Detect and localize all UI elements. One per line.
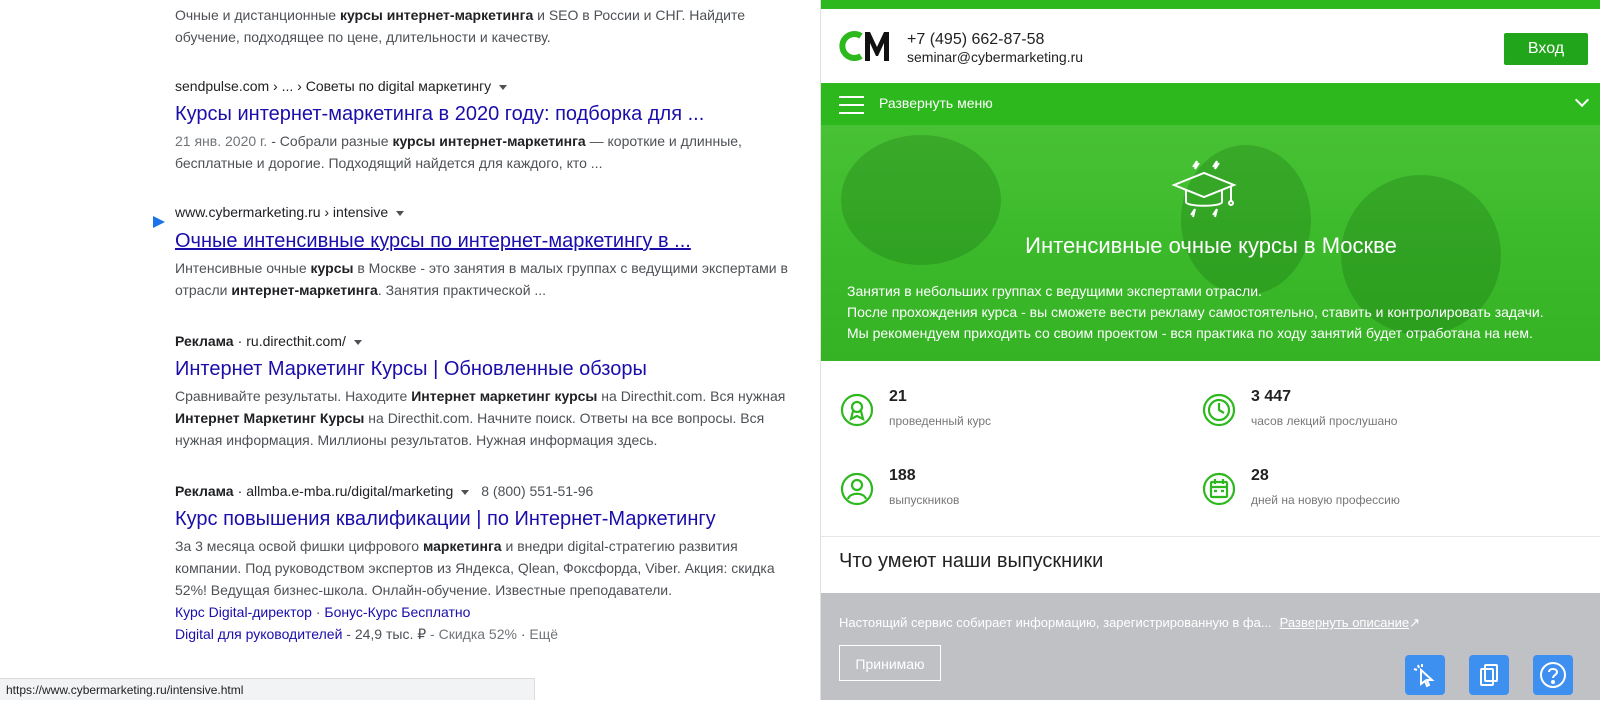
result-snippet-0: Очные и дистанционные курсы интернет-мар… — [175, 7, 745, 45]
cursor-click-icon — [1413, 664, 1435, 688]
result-title-cybermarketing[interactable]: Очные интенсивные курсы по интернет-марк… — [175, 228, 691, 254]
stat-days: 28 дней на новую профессию — [1201, 467, 1501, 512]
sitelink-digital-director[interactable]: Курс Digital-директор — [175, 604, 312, 620]
ad-sitelinks-row-2: Digital для руководителей - 24,9 тыс. ₽ … — [175, 626, 559, 642]
result-snippet-cybermarketing: Интенсивные очные курсы в Москве - это з… — [175, 260, 788, 298]
cm-logo[interactable] — [839, 29, 893, 68]
result-title-sendpulse[interactable]: Курсы интернет-маркетинга в 2020 году: п… — [175, 101, 704, 127]
stats-block: 21 проведенный курс 3 447 часов лекций п… — [821, 361, 1600, 537]
chevron-down-icon[interactable] — [353, 339, 362, 345]
current-result-pointer-icon — [153, 216, 165, 228]
hero-banner: Интенсивные очные курсы в Москве Занятия… — [821, 125, 1600, 361]
expand-menu-label[interactable]: Развернуть меню — [879, 95, 993, 111]
menu-bar[interactable]: Развернуть меню — [821, 83, 1600, 125]
copy-icon — [1480, 664, 1498, 686]
site-header: +7 (495) 662-87-58 seminar@cybermarketin… — [821, 9, 1600, 83]
graduates-section-title: Что умеют наши выпускники — [839, 550, 1104, 572]
chevron-down-icon[interactable] — [499, 84, 508, 90]
hero-description: Занятия в небольших группах с ведущими э… — [847, 283, 1544, 341]
ad-snippet-emba: За 3 месяца освой фишки цифрового маркет… — [175, 538, 775, 598]
help-icon — [1540, 662, 1566, 688]
header-phone[interactable]: +7 (495) 662-87-58 — [907, 31, 1083, 49]
login-button[interactable]: Вход — [1504, 33, 1588, 65]
result-snippet-sendpulse: 21 янв. 2020 г. - Собрали разные курсы и… — [175, 133, 742, 171]
ad-title-emba[interactable]: Курс повышения квалификации | по Интерне… — [175, 506, 716, 532]
graduation-cap-icon — [1171, 157, 1237, 228]
more-sitelinks[interactable]: Ещё — [529, 626, 558, 642]
ad-cite-directhit[interactable]: Реклама · ru.directhit.com/ — [175, 331, 362, 351]
calendar-icon — [1201, 471, 1237, 512]
ad-phone[interactable]: 8 (800) 551-51-96 — [481, 483, 593, 499]
result-cite-sendpulse[interactable]: sendpulse.com › ... › Советы по digital … — [175, 76, 508, 96]
ad-cite-emba[interactable]: Реклама · allmba.e-mba.ru/digital/marketin… — [175, 481, 593, 501]
ad-sitelinks-row-1: Курс Digital-директор · Бонус-Курс Беспл… — [175, 604, 471, 620]
stat-hours: 3 447 часов лекций прослушано — [1201, 388, 1501, 433]
ad-snippet-directhit: Сравнивайте результаты. Находите Интерне… — [175, 388, 786, 448]
chevron-down-icon[interactable] — [1574, 92, 1590, 108]
help-button[interactable] — [1533, 655, 1573, 695]
top-accent-bar — [821, 0, 1600, 9]
chevron-down-icon[interactable] — [461, 489, 470, 495]
hero-title: Интенсивные очные курсы в Москве — [1025, 233, 1397, 258]
contact-block: +7 (495) 662-87-58 seminar@cybermarketin… — [907, 31, 1083, 65]
accept-button[interactable]: Принимаю — [839, 645, 941, 681]
chevron-down-icon[interactable] — [396, 210, 405, 216]
pointer-tool-button[interactable] — [1405, 655, 1445, 695]
arrow-icon: ↗ — [1409, 615, 1421, 630]
stat-graduates: 188 выпускников — [839, 467, 1139, 512]
copy-button[interactable] — [1469, 655, 1509, 695]
ad-title-directhit[interactable]: Интернет Маркетинг Курсы | Обновленные о… — [175, 356, 647, 382]
hamburger-menu-icon[interactable] — [839, 96, 864, 114]
result-cite-cybermarketing[interactable]: www.cybermarketing.ru › intensive — [175, 202, 405, 222]
clock-icon — [1201, 392, 1237, 433]
award-icon — [839, 392, 875, 433]
expand-description-link[interactable]: Развернуть описание — [1280, 615, 1409, 630]
user-icon — [839, 471, 875, 512]
header-email[interactable]: seminar@cybermarketing.ru — [907, 49, 1083, 65]
sitelink-bonus-course[interactable]: Бонус-Курс Бесплатно — [324, 604, 470, 620]
status-bar-url: https://www.cybermarketing.ru/intensive.… — [0, 678, 535, 700]
sitelink-digital-managers[interactable]: Digital для руководителей — [175, 626, 342, 642]
cybermarketing-page: +7 (495) 662-87-58 seminar@cybermarketin… — [820, 0, 1600, 700]
stat-courses: 21 проведенный курс — [839, 388, 1139, 433]
cookie-text: Настоящий сервис собирает информацию, за… — [839, 615, 1421, 630]
search-results: Очные и дистанционные курсы интернет-мар… — [0, 0, 820, 700]
